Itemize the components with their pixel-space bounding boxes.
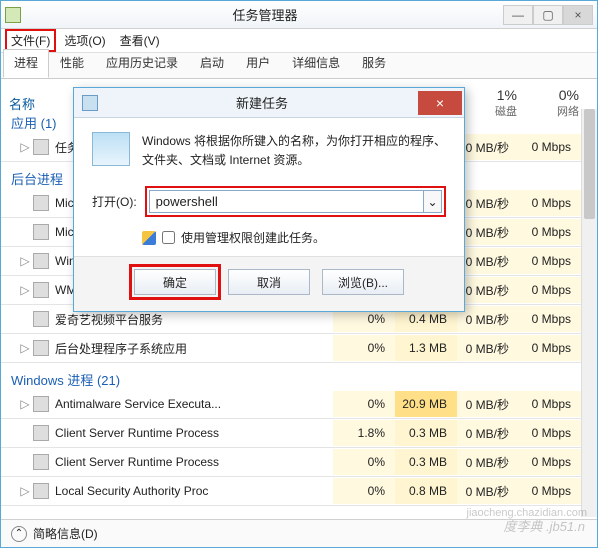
disk-cell: 0 MB/秒 (457, 219, 519, 245)
dialog-title: 新建任务 (106, 93, 418, 112)
tabstrip: 进程性能应用历史记录启动用户详细信息服务 (1, 53, 597, 79)
mem-cell: 0.3 MB (395, 420, 457, 446)
open-input[interactable] (149, 190, 424, 213)
disk-cell: 0 MB/秒 (457, 277, 519, 303)
process-name: Client Server Runtime Process (55, 426, 333, 440)
tab-性能[interactable]: 性能 (49, 49, 95, 78)
net-cell: 0 Mbps (519, 190, 581, 216)
process-icon (33, 253, 49, 269)
close-button[interactable]: × (563, 5, 593, 25)
dialog-icon (82, 95, 98, 111)
process-icon (33, 139, 49, 155)
dropdown-icon[interactable]: ⌄ (424, 190, 442, 213)
run-icon (92, 132, 130, 166)
dialog-close-button[interactable]: × (418, 91, 462, 115)
tab-用户[interactable]: 用户 (235, 49, 281, 78)
process-row[interactable]: Client Server Runtime Process0%0.3 MB0 M… (1, 449, 581, 475)
process-icon (33, 195, 49, 211)
maximize-button[interactable]: ▢ (533, 5, 563, 25)
process-icon (33, 224, 49, 240)
process-row[interactable]: ▷ Antimalware Service Executa...0%20.9 MB… (1, 391, 581, 417)
mem-cell: 1.3 MB (395, 335, 457, 361)
process-icon (33, 483, 49, 499)
process-icon (33, 396, 49, 412)
process-row[interactable]: ▷ 后台处理程序子系统应用0%1.3 MB0 MB/秒0 Mbps (1, 335, 581, 361)
cpu-cell: 0% (333, 449, 395, 475)
expand-icon[interactable]: ▷ (19, 140, 31, 154)
process-name: 爱奇艺视频平台服务 (55, 311, 333, 328)
cpu-cell: 0% (333, 478, 395, 504)
disk-cell: 0 MB/秒 (457, 248, 519, 274)
net-cell: 0 Mbps (519, 478, 581, 504)
open-label: 打开(O): (92, 193, 137, 210)
expand-icon[interactable]: ▷ (19, 341, 31, 355)
process-icon (33, 454, 49, 470)
net-cell: 0 Mbps (519, 391, 581, 417)
tab-进程[interactable]: 进程 (3, 49, 49, 78)
cpu-cell: 0% (333, 335, 395, 361)
expand-icon[interactable]: ▷ (19, 254, 31, 268)
mem-cell: 20.9 MB (395, 391, 457, 417)
browse-button[interactable]: 浏览(B)... (322, 269, 404, 295)
net-cell: 0 Mbps (519, 248, 581, 274)
expand-icon[interactable]: ▷ (19, 397, 31, 411)
disk-cell: 0 MB/秒 (457, 449, 519, 475)
window-title: 任务管理器 (27, 5, 503, 24)
run-dialog: 新建任务 × Windows 将根据你所键入的名称，为你打开相应的程序、文件夹、… (73, 87, 465, 312)
expand-icon[interactable]: ▷ (19, 484, 31, 498)
process-name: Antimalware Service Executa... (55, 397, 333, 411)
task-manager-window: 任务管理器 — ▢ × 文件(F) 选项(O) 查看(V) 进程性能应用历史记录… (0, 0, 598, 548)
cpu-cell: 0% (333, 391, 395, 417)
net-cell: 0 Mbps (519, 277, 581, 303)
tab-详细信息[interactable]: 详细信息 (281, 49, 351, 78)
menu-view[interactable]: 查看(V) (114, 30, 166, 51)
disk-cell: 0 MB/秒 (457, 420, 519, 446)
admin-label: 使用管理权限创建此任务。 (181, 229, 325, 246)
net-cell: 0 Mbps (519, 134, 581, 160)
tab-启动[interactable]: 启动 (189, 49, 235, 78)
dialog-titlebar[interactable]: 新建任务 × (74, 88, 464, 118)
minimize-button[interactable]: — (503, 5, 533, 25)
process-icon (33, 425, 49, 441)
process-name: Client Server Runtime Process (55, 455, 333, 469)
admin-checkbox[interactable] (162, 231, 175, 244)
cpu-cell: 1.8% (333, 420, 395, 446)
app-icon (5, 7, 21, 23)
disk-cell: 0 MB/秒 (457, 335, 519, 361)
disk-cell: 0 MB/秒 (457, 391, 519, 417)
net-cell: 0 Mbps (519, 420, 581, 446)
footer: ⌃ 简略信息(D) (1, 519, 597, 547)
menu-options[interactable]: 选项(O) (58, 30, 111, 51)
net-cell: 0 Mbps (519, 335, 581, 361)
ok-button[interactable]: 确定 (134, 269, 216, 295)
process-icon (33, 311, 49, 327)
cancel-button[interactable]: 取消 (228, 269, 310, 295)
disk-cell: 0 MB/秒 (457, 306, 519, 332)
mem-cell: 0.8 MB (395, 478, 457, 504)
disk-cell: 0 MB/秒 (457, 190, 519, 216)
net-cell: 0 Mbps (519, 219, 581, 245)
fewer-details-link[interactable]: 简略信息(D) (33, 525, 98, 542)
titlebar[interactable]: 任务管理器 — ▢ × (1, 1, 597, 29)
expand-icon[interactable]: ▷ (19, 283, 31, 297)
disk-cell: 0 MB/秒 (457, 478, 519, 504)
dialog-message: Windows 将根据你所键入的名称，为你打开相应的程序、文件夹、文档或 Int… (142, 132, 446, 170)
process-row[interactable]: ▷Local Security Authority Proc0%0.8 MB0 … (1, 478, 581, 504)
tab-应用历史记录[interactable]: 应用历史记录 (95, 49, 189, 78)
chevron-up-icon[interactable]: ⌃ (11, 526, 27, 542)
net-cell: 0 Mbps (519, 449, 581, 475)
process-icon (33, 282, 49, 298)
net-cell: 0 Mbps (519, 306, 581, 332)
process-name: 后台处理程序子系统应用 (55, 340, 333, 357)
group-header: Windows 进程 (21) (1, 364, 581, 391)
process-row[interactable]: Client Server Runtime Process1.8%0.3 MB0… (1, 420, 581, 446)
scrollbar[interactable] (581, 109, 597, 517)
mem-cell: 0.3 MB (395, 449, 457, 475)
disk-cell: 0 MB/秒 (457, 134, 519, 160)
process-icon (33, 340, 49, 356)
scroll-thumb[interactable] (584, 109, 595, 219)
tab-服务[interactable]: 服务 (351, 49, 397, 78)
shield-icon (142, 231, 156, 245)
process-name: Local Security Authority Proc (55, 484, 333, 498)
